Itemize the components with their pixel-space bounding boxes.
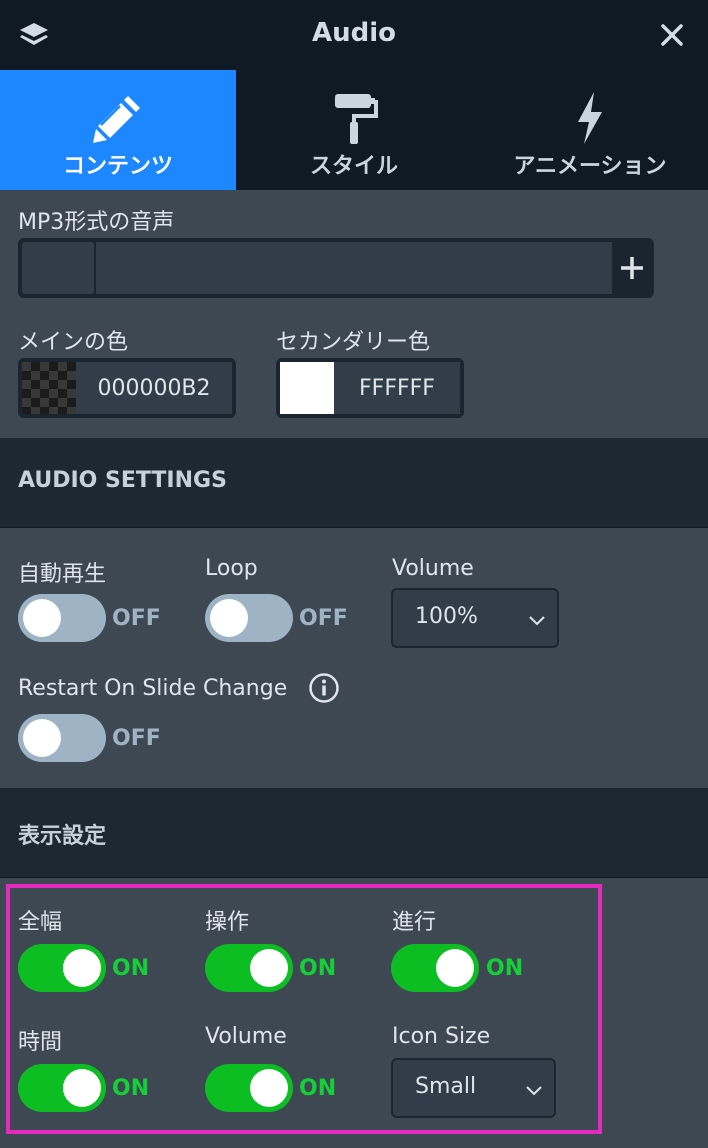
time-toggle[interactable]: [18, 1064, 106, 1112]
display-volume-state: ON: [299, 1076, 337, 1101]
pencil-icon: [93, 96, 140, 143]
secondary-color-hex[interactable]: FFFFFF: [334, 362, 460, 414]
mp3-file-field: [18, 238, 654, 298]
autoplay-label: 自動再生: [18, 562, 107, 587]
secondary-color-label: セカンダリー色: [276, 330, 431, 355]
controls-state: ON: [299, 956, 337, 981]
fullwidth-state: ON: [112, 956, 150, 981]
lightning-icon: [578, 92, 602, 144]
loop-toggle[interactable]: [205, 594, 293, 642]
volume-select-value: 100%: [415, 604, 478, 629]
volume-select[interactable]: 100%: [391, 588, 559, 648]
tab-animation[interactable]: アニメーション: [472, 70, 708, 190]
volume-label: Volume: [392, 556, 474, 581]
secondary-color-swatch[interactable]: [280, 362, 334, 414]
loop-state: OFF: [299, 606, 348, 631]
display-settings-header[interactable]: 表示設定: [0, 788, 708, 878]
chevron-down-icon: [529, 616, 545, 626]
tab-animation-label: アニメーション: [513, 154, 667, 179]
tab-style-label: スタイル: [309, 154, 398, 179]
panel-title: Audio: [311, 18, 397, 48]
tab-content[interactable]: コンテンツ: [0, 70, 236, 190]
tab-bar: コンテンツ スタイル アニメーション: [0, 70, 708, 190]
controls-label: 操作: [205, 910, 250, 935]
close-icon[interactable]: [656, 19, 688, 51]
chevron-down-icon: [526, 1086, 542, 1096]
progress-state: ON: [486, 956, 524, 981]
icon-size-label: Icon Size: [392, 1024, 491, 1049]
time-label: 時間: [18, 1030, 63, 1055]
fullwidth-label: 全幅: [18, 910, 63, 935]
info-icon[interactable]: [308, 672, 340, 704]
tab-content-label: コンテンツ: [62, 154, 173, 179]
progress-toggle[interactable]: [391, 944, 479, 992]
icon-size-select[interactable]: Small: [391, 1058, 556, 1118]
add-file-icon[interactable]: [612, 238, 654, 298]
restart-toggle[interactable]: [18, 714, 106, 762]
progress-label: 進行: [392, 910, 437, 935]
main-color-swatch[interactable]: [22, 362, 76, 414]
main-color-hex[interactable]: 000000B2: [76, 362, 232, 414]
main-color-picker[interactable]: 000000B2: [18, 358, 236, 418]
tab-style[interactable]: スタイル: [236, 70, 472, 190]
audio-settings-header[interactable]: AUDIO SETTINGS: [0, 438, 708, 528]
display-volume-label: Volume: [205, 1024, 287, 1049]
display-settings-title: 表示設定: [18, 824, 107, 849]
mp3-label: MP3形式の音声: [18, 210, 175, 235]
time-state: ON: [112, 1076, 150, 1101]
fullwidth-toggle[interactable]: [18, 944, 106, 992]
paint-roller-icon: [335, 94, 378, 144]
loop-label: Loop: [205, 556, 258, 581]
mp3-file-thumbnail[interactable]: [22, 242, 94, 294]
controls-toggle[interactable]: [205, 944, 293, 992]
restart-state: OFF: [112, 726, 161, 751]
restart-label: Restart On Slide Change: [18, 676, 288, 701]
panel-header: Audio: [0, 0, 708, 70]
autoplay-state: OFF: [112, 606, 161, 631]
main-color-label: メインの色: [18, 330, 129, 355]
autoplay-toggle[interactable]: [18, 594, 106, 642]
secondary-color-picker[interactable]: FFFFFF: [276, 358, 464, 418]
mp3-url-input[interactable]: [96, 242, 612, 294]
audio-settings-title: AUDIO SETTINGS: [18, 468, 227, 493]
icon-size-select-value: Small: [415, 1074, 477, 1099]
display-volume-toggle[interactable]: [205, 1064, 293, 1112]
